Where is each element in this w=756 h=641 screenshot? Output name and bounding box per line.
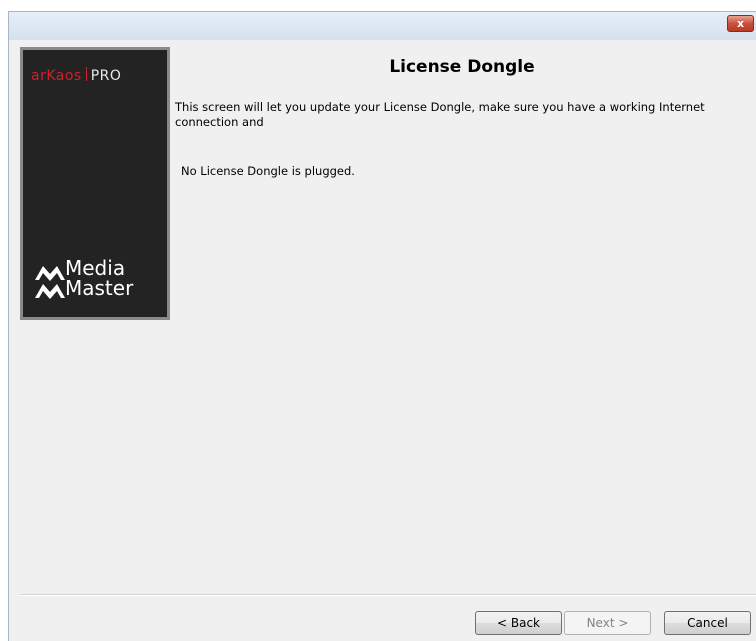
dongle-status-text: No License Dongle is plugged.: [181, 164, 355, 178]
media-master-logo-icon: [35, 266, 65, 299]
media-master-logo-text: Media Master: [65, 256, 134, 300]
product-banner: arKaos PRO Media Master: [20, 47, 170, 320]
page-title: License Dongle: [389, 57, 535, 77]
back-button[interactable]: < Back: [475, 611, 562, 635]
title-bar[interactable]: x: [9, 12, 756, 40]
arkaos-logo-text: arKaos: [31, 68, 82, 84]
description-text: This screen will let you update your Lic…: [175, 100, 705, 129]
arkaos-pro-logo: arKaos PRO: [31, 67, 161, 87]
footer-divider: [20, 594, 756, 596]
next-button[interactable]: Next >: [564, 611, 651, 635]
wizard-window: x arKaos PRO Media Master License Dongle …: [8, 11, 756, 641]
cancel-button[interactable]: Cancel: [664, 611, 751, 635]
media-master-logo: Media Master: [33, 256, 163, 308]
pro-logo-text: PRO: [90, 68, 122, 84]
close-button[interactable]: x: [727, 15, 754, 32]
